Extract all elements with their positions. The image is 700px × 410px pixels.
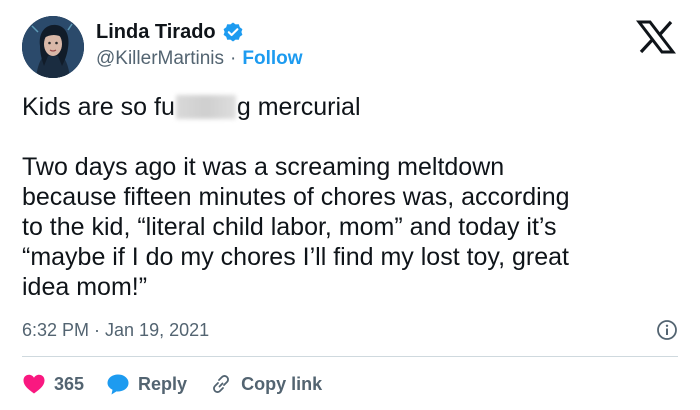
link-icon	[213, 375, 230, 393]
tweet-card: Linda Tirado @KillerMartinis · Follow Ki…	[0, 0, 700, 410]
tweet-timestamp[interactable]: 6:32 PM · Jan 19, 2021	[22, 320, 209, 341]
reply-button[interactable]: Reply	[106, 373, 187, 395]
avatar-illustration	[22, 16, 84, 78]
divider	[22, 356, 678, 357]
author-display-name[interactable]: Linda Tirado	[96, 20, 216, 44]
like-count: 365	[54, 373, 85, 394]
x-logo-icon[interactable]	[635, 20, 677, 54]
heart-icon	[23, 374, 45, 394]
author-handle[interactable]: @KillerMartinis	[96, 48, 224, 70]
author-handle-row: @KillerMartinis · Follow	[96, 48, 303, 70]
reply-label: Reply	[138, 373, 188, 394]
separator-dot: ·	[230, 48, 237, 69]
copy-link-button[interactable]: Copy link	[209, 373, 322, 395]
tweet-paragraph-line: because fifteen minutes of chores was, a…	[22, 183, 570, 211]
follow-button[interactable]: Follow	[242, 48, 302, 70]
like-button[interactable]: 365	[22, 373, 84, 395]
tweet-line-1: Kids are so fu g mercurial	[22, 92, 682, 122]
avatar[interactable]	[22, 16, 84, 78]
tweet-line-1-start: Kids are so fu	[22, 93, 175, 121]
tweet-text: Kids are so fu g mercurial Two days ago i…	[22, 92, 682, 302]
tweet-meta-row: 6:32 PM · Jan 19, 2021	[22, 318, 678, 342]
tweet-actions: 365 Reply Copy link	[22, 370, 322, 398]
tweet-paragraph-line: “maybe if I do my chores I’ll find my lo…	[22, 243, 569, 271]
tweet-paragraph-line: idea mom!”	[22, 273, 148, 301]
verified-badge-icon	[222, 21, 244, 43]
tweet-paragraph-line: Two days ago it was a screaming meltdown	[22, 153, 505, 181]
copy-link-label: Copy link	[241, 373, 323, 394]
tweet-line-1-end: g mercurial	[236, 93, 361, 121]
tweet-paragraph-line: to the kid, “literal child labor, mom” a…	[22, 213, 557, 241]
author-name-row: Linda Tirado	[96, 20, 244, 44]
tweet-paragraph: Two days ago it was a screaming meltdown…	[22, 152, 682, 302]
censor-blur	[175, 95, 236, 119]
info-icon[interactable]	[656, 319, 678, 341]
reply-bubble-icon	[107, 374, 129, 395]
